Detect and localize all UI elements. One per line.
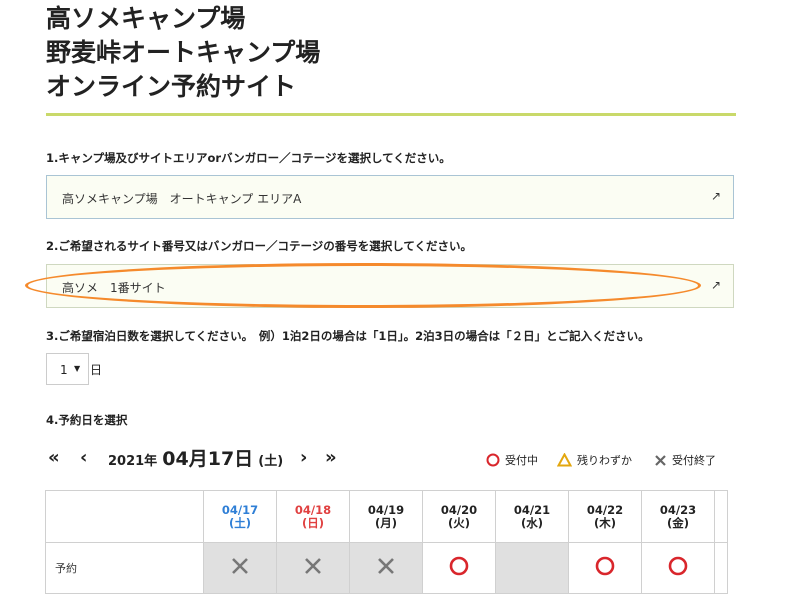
title-line-3: オンライン予約サイト bbox=[46, 72, 297, 101]
day-cell-unavailable bbox=[495, 542, 569, 594]
calendar-scroll-edge bbox=[714, 542, 728, 594]
circle-icon[interactable] bbox=[448, 555, 470, 577]
day-header: 04/22 (木) bbox=[568, 490, 642, 543]
cross-icon bbox=[378, 558, 394, 574]
title-line-1: 高ソメキャンプ場 bbox=[46, 4, 246, 33]
cross-icon bbox=[232, 558, 248, 574]
day-header: 04/18 (日) bbox=[276, 490, 350, 543]
legend-open: 受付中 bbox=[486, 452, 538, 468]
calendar-scroll-edge bbox=[714, 490, 728, 543]
day-cell-open[interactable] bbox=[641, 542, 715, 594]
calendar-header-row: 04/17 (土) 04/18 (日) 04/19 (月) 04/20 (火) 04/2… bbox=[45, 490, 728, 543]
legend-open-label: 受付中 bbox=[505, 454, 538, 467]
day-cell-closed bbox=[349, 542, 423, 594]
prev-day-button[interactable]: ‹ bbox=[80, 447, 87, 468]
day-header: 04/17 (土) bbox=[203, 490, 277, 543]
availability-calendar: 04/17 (土) 04/18 (日) 04/19 (月) 04/20 (火) 04/2… bbox=[45, 490, 728, 594]
step1-label: 1.キャンプ場及びサイトエリアorバンガロー／コテージを選択してください。 bbox=[46, 151, 451, 165]
day-header: 04/23 (金) bbox=[641, 490, 715, 543]
legend-few-label: 残りわずか bbox=[577, 454, 632, 467]
circle-icon[interactable] bbox=[594, 555, 616, 577]
caret-down-icon: ▼ bbox=[74, 364, 81, 373]
reservation-row: 予約 bbox=[45, 542, 728, 594]
page-title: 高ソメキャンプ場 野麦峠オートキャンプ場 オンライン予約サイト bbox=[46, 2, 320, 104]
first-month-button[interactable]: « bbox=[48, 447, 60, 468]
site-select-value: 高ソメ 1番サイト bbox=[62, 281, 166, 295]
calendar-corner bbox=[45, 490, 204, 543]
area-select[interactable]: 高ソメキャンプ場 オートキャンプ エリアA ↗ bbox=[46, 175, 734, 219]
next-day-button[interactable]: › bbox=[300, 447, 307, 468]
legend-few: 残りわずか bbox=[557, 452, 632, 468]
date-weekday: (土) bbox=[258, 454, 284, 469]
day-cell-open[interactable] bbox=[422, 542, 496, 594]
circle-icon bbox=[486, 453, 500, 467]
title-line-2: 野麦峠オートキャンプ場 bbox=[46, 38, 321, 67]
nights-value: 1 bbox=[60, 363, 68, 377]
day-header: 04/20 (火) bbox=[422, 490, 496, 543]
external-arrow-icon: ↗ bbox=[710, 278, 721, 292]
nights-select[interactable]: 1 ▼ bbox=[46, 353, 89, 385]
external-arrow-icon: ↗ bbox=[710, 189, 721, 203]
header-divider bbox=[46, 113, 736, 116]
area-select-value: 高ソメキャンプ場 オートキャンプ エリアA bbox=[62, 192, 302, 206]
legend-closed-label: 受付終了 bbox=[672, 454, 716, 467]
site-select[interactable]: 高ソメ 1番サイト ↗ bbox=[46, 264, 734, 308]
step2-label: 2.ご希望されるサイト番号又はバンガロー／コテージの番号を選択してください。 bbox=[46, 239, 473, 253]
step3-label: 3.ご希望宿泊日数を選択してください。 例）1泊2日の場合は「1日」。2泊3日の… bbox=[46, 329, 650, 343]
date-year: 2021年 bbox=[108, 454, 158, 469]
current-date: 2021年 04月17日 (土) bbox=[108, 444, 283, 471]
date-month-day: 04月17日 bbox=[162, 448, 254, 470]
triangle-icon bbox=[557, 453, 572, 467]
day-cell-closed bbox=[276, 542, 350, 594]
day-header: 04/19 (月) bbox=[349, 490, 423, 543]
day-cell-closed bbox=[203, 542, 277, 594]
step4-label: 4.予約日を選択 bbox=[46, 413, 128, 427]
day-header: 04/21 (水) bbox=[495, 490, 569, 543]
legend-closed: 受付終了 bbox=[654, 452, 716, 468]
cross-icon bbox=[655, 454, 666, 466]
circle-icon[interactable] bbox=[667, 555, 689, 577]
reservation-row-label: 予約 bbox=[45, 542, 204, 594]
nights-unit: 日 bbox=[90, 363, 103, 377]
day-cell-open[interactable] bbox=[568, 542, 642, 594]
last-month-button[interactable]: » bbox=[325, 447, 337, 468]
cross-icon bbox=[305, 558, 321, 574]
